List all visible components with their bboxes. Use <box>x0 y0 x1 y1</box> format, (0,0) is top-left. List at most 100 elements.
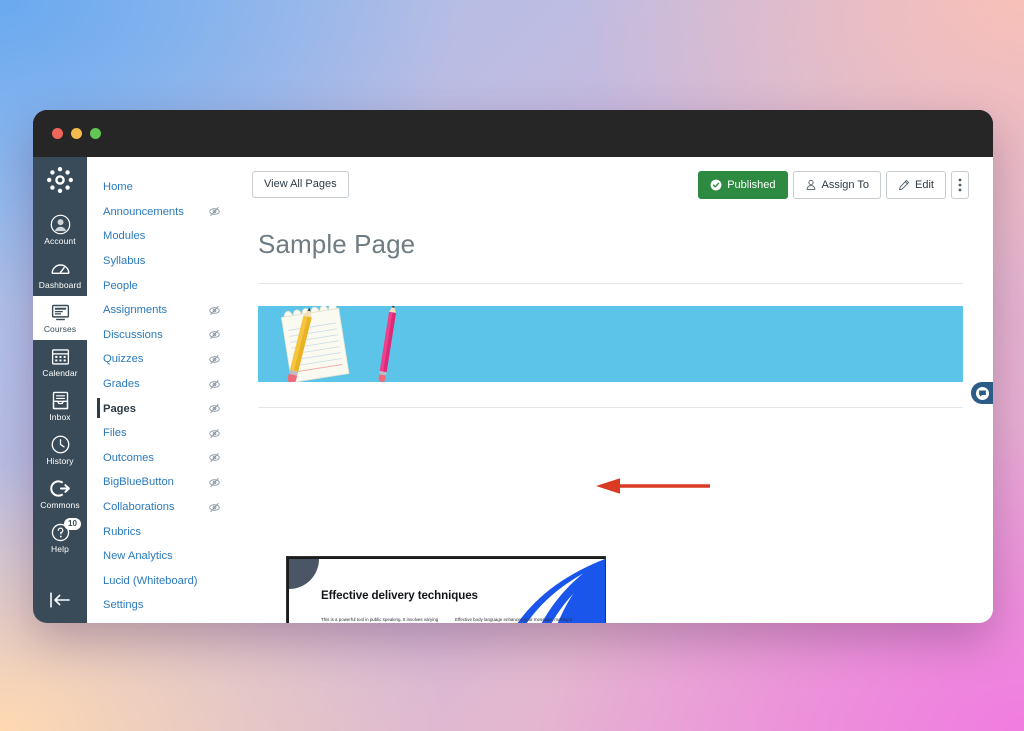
presentation-embed[interactable]: Effective delivery techniques This is a … <box>286 556 606 623</box>
hidden-from-students-icon <box>208 328 221 341</box>
slide-right-intro: Effective body language enhances your me… <box>455 617 573 622</box>
inbox-tray-icon <box>49 389 71 411</box>
course-nav-item-modules[interactable]: Modules <box>87 224 231 249</box>
global-nav-label: Courses <box>43 324 77 334</box>
pencil-icon <box>898 179 910 191</box>
course-nav-item-lucid-whiteboard[interactable]: Lucid (Whiteboard) <box>87 569 231 594</box>
dashboard-gauge-icon <box>49 257 71 279</box>
content-toolbar: View All Pages Published Assign To Edit <box>252 171 969 199</box>
calendar-icon <box>49 345 71 367</box>
hidden-from-students-icon <box>208 476 221 489</box>
course-nav-label: Assignments <box>103 304 168 317</box>
course-nav-item-discussions[interactable]: Discussions <box>87 323 231 348</box>
slide-stage: Effective delivery techniques This is a … <box>289 559 605 623</box>
hidden-from-students-icon <box>208 451 221 464</box>
global-nav-item-commons[interactable]: Commons <box>33 472 87 516</box>
course-nav-label: Rubrics <box>103 525 141 538</box>
assign-to-button[interactable]: Assign To <box>792 171 882 199</box>
slide-right-column: Effective body language enhances your me… <box>455 617 577 623</box>
published-check-icon <box>710 179 722 191</box>
slide-left-column: This is a powerful tool in public speaki… <box>321 617 441 623</box>
window-close-button[interactable] <box>52 128 63 139</box>
user-avatar-icon <box>49 213 71 235</box>
course-nav-item-people[interactable]: People <box>87 273 231 298</box>
course-nav-label: Grades <box>103 378 140 391</box>
course-nav-item-settings[interactable]: Settings <box>87 593 231 618</box>
course-nav-item-bigbluebutton[interactable]: BigBlueButton <box>87 470 231 495</box>
course-nav-label: Quizzes <box>103 353 144 366</box>
global-nav-label: Calendar <box>42 368 78 378</box>
kebab-menu-icon <box>958 178 962 192</box>
clock-icon <box>49 433 71 455</box>
window-maximize-button[interactable] <box>90 128 101 139</box>
global-nav-label: Account <box>44 236 76 246</box>
page-action-buttons: Published Assign To Edit <box>698 171 969 199</box>
chat-bubble-icon <box>976 386 989 400</box>
course-nav-label: BigBlueButton <box>103 476 174 489</box>
global-nav-item-account[interactable]: Account <box>33 208 87 252</box>
edit-button[interactable]: Edit <box>886 171 946 199</box>
course-nav-item-grades[interactable]: Grades <box>87 372 231 397</box>
content-divider <box>258 407 963 408</box>
title-divider <box>258 283 963 284</box>
course-nav-item-home[interactable]: Home <box>87 175 231 200</box>
course-nav-item-new-analytics[interactable]: New Analytics <box>87 544 231 569</box>
view-all-pages-button[interactable]: View All Pages <box>252 171 349 198</box>
global-nav-label: History <box>46 456 74 466</box>
global-nav-label: Commons <box>40 500 80 510</box>
more-options-button[interactable] <box>951 171 969 199</box>
course-nav-label: Collaborations <box>103 501 175 514</box>
global-nav-label: Help <box>51 544 69 554</box>
course-nav-label: Files <box>103 427 127 440</box>
course-nav-label: Home <box>103 181 133 194</box>
global-nav-item-history[interactable]: History <box>33 428 87 472</box>
course-navigation: Home Announcements Modules Syllabus Peop… <box>87 157 232 623</box>
course-nav-item-pages[interactable]: Pages <box>87 396 231 421</box>
global-nav-item-dashboard[interactable]: Dashboard <box>33 252 87 296</box>
browser-viewport: Account Dashboard Courses Calendar Inbox… <box>33 157 993 623</box>
course-nav-label: Outcomes <box>103 451 154 464</box>
course-nav-label: Modules <box>103 230 146 243</box>
course-nav-item-files[interactable]: Files <box>87 421 231 446</box>
global-nav-item-courses[interactable]: Courses <box>33 296 87 340</box>
notepad-and-pencils-banner <box>258 306 963 382</box>
course-nav-item-outcomes[interactable]: Outcomes <box>87 446 231 471</box>
global-nav-label: Dashboard <box>38 280 82 290</box>
collapse-nav-icon[interactable] <box>33 591 87 609</box>
hidden-from-students-icon <box>208 304 221 317</box>
global-nav-item-inbox[interactable]: Inbox <box>33 384 87 428</box>
published-button[interactable]: Published <box>698 171 788 199</box>
page-title: Sample Page <box>258 229 416 259</box>
global-nav-item-help[interactable]: 10 Help <box>33 516 87 560</box>
browser-window: Account Dashboard Courses Calendar Inbox… <box>33 110 993 623</box>
hidden-from-students-icon <box>208 402 221 415</box>
help-badge: 10 <box>64 518 81 530</box>
course-nav-label: Discussions <box>103 328 163 341</box>
course-nav-item-collaborations[interactable]: Collaborations <box>87 495 231 520</box>
page-content: View All Pages Published Assign To Edit … <box>232 157 993 623</box>
hidden-from-students-icon <box>208 205 221 218</box>
course-nav-item-syllabus[interactable]: Syllabus <box>87 249 231 274</box>
course-nav-label: Lucid (Whiteboard) <box>103 574 198 587</box>
hidden-from-students-icon <box>208 353 221 366</box>
hidden-from-students-icon <box>208 427 221 440</box>
slide-title: Effective delivery techniques <box>321 589 478 602</box>
course-nav-label: Settings <box>103 599 144 612</box>
course-nav-label: New Analytics <box>103 550 173 563</box>
canvas-logo-icon[interactable] <box>46 166 74 194</box>
global-nav-item-calendar[interactable]: Calendar <box>33 340 87 384</box>
course-nav-item-assignments[interactable]: Assignments <box>87 298 231 323</box>
assign-person-icon <box>805 179 817 191</box>
window-minimize-button[interactable] <box>71 128 82 139</box>
course-nav-label: Pages <box>103 402 136 415</box>
global-nav-label: Inbox <box>49 412 71 422</box>
published-label: Published <box>727 178 776 191</box>
hidden-from-students-icon <box>208 501 221 514</box>
course-nav-item-quizzes[interactable]: Quizzes <box>87 347 231 372</box>
course-nav-label: Announcements <box>103 205 184 218</box>
chat-bubble-tab[interactable] <box>971 382 993 404</box>
global-navigation: Account Dashboard Courses Calendar Inbox… <box>33 157 87 623</box>
slide-left-intro: This is a powerful tool in public speaki… <box>321 617 439 622</box>
course-nav-item-rubrics[interactable]: Rubrics <box>87 519 231 544</box>
course-nav-item-announcements[interactable]: Announcements <box>87 200 231 225</box>
